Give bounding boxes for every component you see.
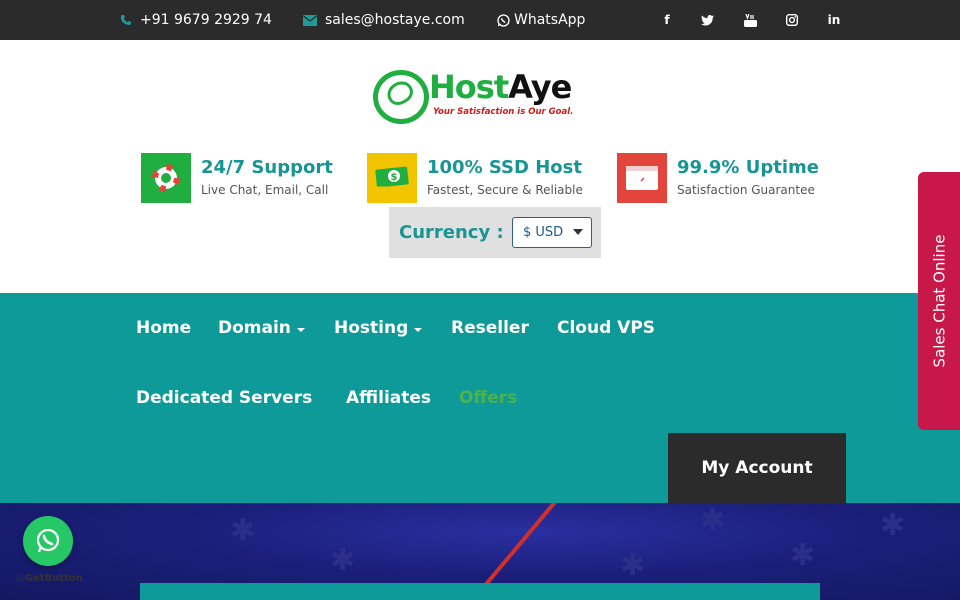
youtube-icon[interactable] — [743, 13, 757, 27]
decor-star: ✱ — [330, 543, 356, 578]
feature-ssd: $ 100% SSD Host Fastest, Secure & Reliab… — [367, 153, 583, 203]
nav-hosting[interactable]: Hosting — [334, 316, 423, 340]
linkedin-icon[interactable]: in — [827, 13, 841, 27]
whatsapp-label: WhatsApp — [514, 12, 586, 28]
currency-select[interactable]: $ USD — [512, 217, 592, 248]
chevron-down-icon — [573, 229, 583, 235]
caret-down-icon — [296, 327, 305, 332]
phone-number: +91 9679 2929 74 — [140, 12, 272, 28]
nav-cloud-vps[interactable]: Cloud VPS — [557, 316, 655, 340]
lifebuoy-icon — [141, 153, 191, 203]
phone-contact[interactable]: +91 9679 2929 74 — [120, 0, 272, 40]
browser-icon — [617, 153, 667, 203]
getbutton-credit[interactable]: ◎GetButton — [16, 573, 83, 584]
decor-star: ✱ — [790, 538, 816, 573]
email-address: sales@hostaye.com — [325, 12, 465, 28]
nav-affiliates[interactable]: Affiliates — [346, 386, 431, 410]
hero-banner: ✱ ✱ ✱ ✱ ✱ ✱ — [0, 503, 960, 600]
decor-line — [482, 503, 564, 588]
instagram-icon[interactable] — [785, 13, 799, 27]
feature-title: 24/7 Support — [201, 157, 333, 178]
currency-label: Currency : — [399, 222, 504, 243]
facebook-icon[interactable]: f — [660, 13, 674, 27]
top-bar: +91 9679 2929 74 sales@hostaye.com Whats… — [0, 0, 960, 40]
decor-star: ✱ — [230, 513, 256, 548]
getbutton-logo-icon: ◎ — [16, 573, 25, 584]
nav-reseller[interactable]: Reseller — [451, 316, 529, 340]
feature-support: 24/7 Support Live Chat, Email, Call — [141, 153, 333, 203]
hero-card — [140, 583, 820, 600]
whatsapp-link[interactable]: WhatsApp — [497, 0, 585, 40]
twitter-icon[interactable] — [700, 13, 714, 27]
envelope-icon — [303, 14, 317, 26]
sales-chat-label: Sales Chat Online — [930, 234, 948, 368]
caret-down-icon — [414, 327, 423, 332]
phone-icon — [120, 14, 132, 26]
feature-subtitle: Satisfaction Guarantee — [677, 183, 815, 197]
email-contact[interactable]: sales@hostaye.com — [303, 0, 465, 40]
feature-uptime: 99.9% Uptime Satisfaction Guarantee — [617, 153, 819, 203]
nav-home[interactable]: Home — [136, 316, 191, 340]
feature-title: 99.9% Uptime — [677, 157, 819, 178]
logo-wordmark: HostAye — [429, 68, 572, 106]
decor-star: ✱ — [880, 508, 906, 543]
my-account-button[interactable]: My Account — [668, 433, 846, 503]
main-navigation: Home Domain Hosting Reseller Cloud VPS D… — [0, 293, 960, 503]
currency-selector: Currency : $ USD — [389, 207, 601, 258]
sales-chat-tab[interactable]: Sales Chat Online — [918, 172, 960, 430]
currency-selected-value: $ USD — [523, 225, 564, 240]
feature-subtitle: Fastest, Secure & Reliable — [427, 183, 583, 197]
nav-offers[interactable]: Offers — [459, 386, 517, 410]
feature-title: 100% SSD Host — [427, 157, 582, 178]
money-icon: $ — [367, 153, 417, 203]
whatsapp-icon — [497, 13, 510, 27]
svg-text:$: $ — [391, 172, 398, 183]
decor-star: ✱ — [700, 503, 726, 538]
logo-tagline: Your Satisfaction is Our Goal. — [433, 107, 574, 117]
decor-star: ✱ — [620, 548, 646, 583]
whatsapp-float-button[interactable] — [23, 516, 73, 566]
nav-dedicated-servers[interactable]: Dedicated Servers — [136, 386, 312, 410]
whatsapp-icon — [36, 528, 60, 553]
nav-domain[interactable]: Domain — [218, 316, 305, 340]
hostaye-logo[interactable]: HostAye Your Satisfaction is Our Goal. — [373, 68, 587, 126]
feature-subtitle: Live Chat, Email, Call — [201, 183, 329, 197]
